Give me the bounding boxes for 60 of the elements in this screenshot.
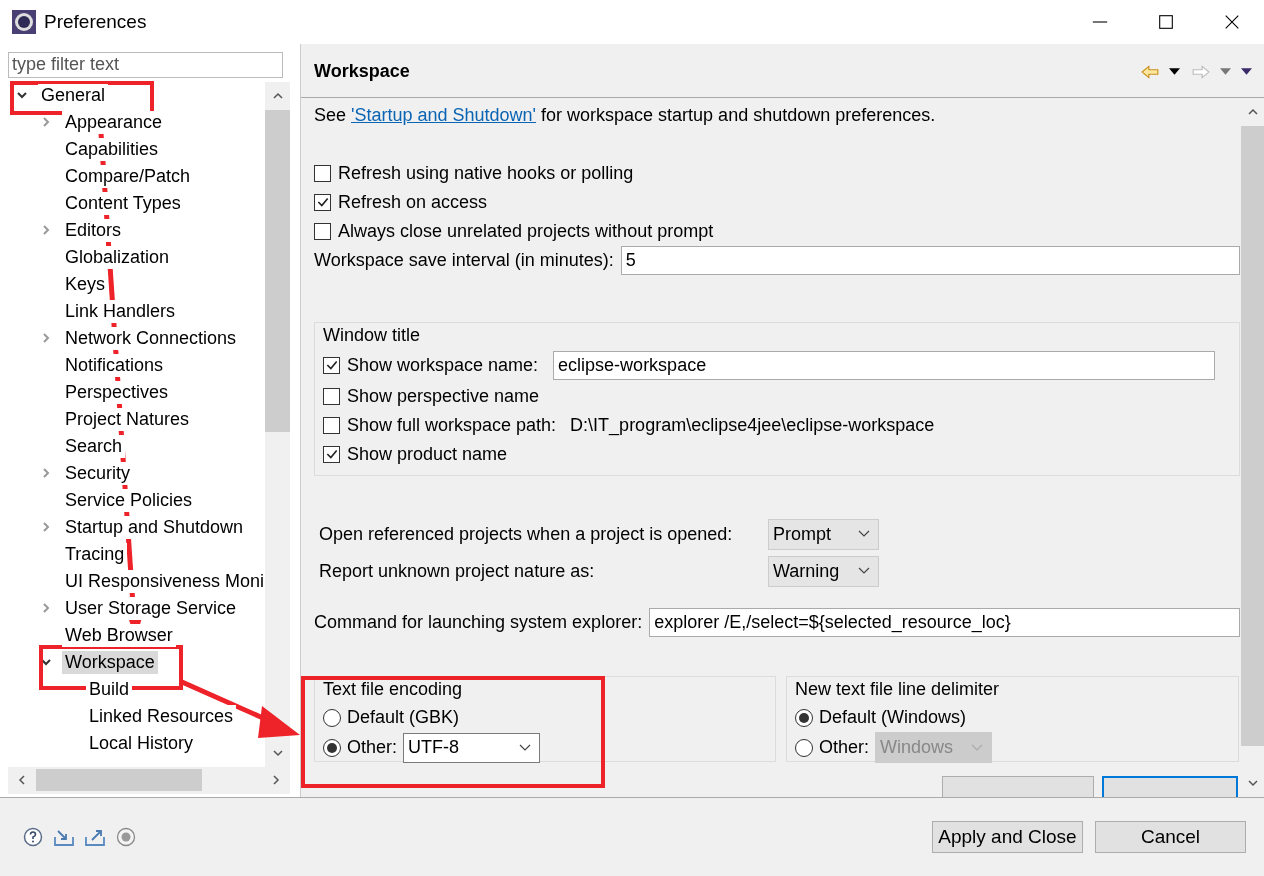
window-title: Preferences (44, 10, 147, 33)
checkbox-label: Refresh using native hooks or polling (338, 162, 634, 184)
checkbox-label: Always close unrelated projects without prompt (338, 220, 714, 242)
description-text: See 'Startup and Shutdown' for workspace startup and shutdown preferences. (314, 103, 937, 127)
radio-label: Default (Windows) (819, 707, 967, 729)
radio-button[interactable] (323, 738, 341, 757)
dropdown[interactable]: Warning (768, 555, 879, 587)
input-field[interactable]: explorer /E,/select=${selected_resource_loc} (649, 608, 1240, 638)
dropdown[interactable]: UTF-8 (403, 732, 541, 763)
field-label: Workspace save interval (in minutes): (314, 250, 614, 272)
maximize-icon[interactable] (1157, 12, 1175, 31)
caret-icon (858, 530, 870, 539)
tree-item[interactable]: Workspace (62, 650, 158, 674)
field-label: Command for launching system explorer: (314, 612, 643, 634)
caret-icon (858, 567, 870, 576)
checkbox[interactable] (314, 164, 331, 182)
button[interactable]: Apply and Close (932, 820, 1083, 853)
tree-item[interactable]: Content Types (62, 191, 184, 215)
group-title: Window title (323, 323, 422, 347)
checkbox[interactable] (314, 193, 331, 211)
scrollbar[interactable] (265, 81, 290, 767)
checkbox-label: Show perspective name (347, 385, 540, 407)
checkbox-label: Show product name (347, 443, 508, 465)
field-label: Open referenced projects when a project is opened: (319, 523, 734, 545)
help-icon[interactable] (22, 826, 44, 847)
checkbox[interactable] (323, 356, 340, 374)
checkbox[interactable] (314, 222, 331, 240)
checkbox[interactable] (323, 387, 340, 405)
button[interactable] (1102, 775, 1238, 797)
record-icon[interactable] (115, 826, 137, 847)
checkbox-label: Refresh on access (338, 191, 488, 213)
input-field[interactable]: 5 (620, 246, 1240, 276)
group-title: New text file line delimiter (795, 677, 1001, 701)
radio-label: Other: (819, 737, 870, 759)
link[interactable]: 'Startup and Shutdown' (351, 104, 537, 125)
filter-field[interactable]: type filter text (8, 51, 283, 78)
scrollbar[interactable] (8, 766, 290, 794)
menu-icon[interactable] (1241, 68, 1252, 76)
radio-button[interactable] (795, 708, 813, 727)
group-title: Text file encoding (323, 677, 464, 701)
input-field[interactable]: eclipse-workspace (553, 350, 1216, 380)
page-title: Workspace (314, 61, 410, 83)
field-label: Report unknown project nature as: (319, 560, 596, 582)
checkbox[interactable] (323, 416, 340, 434)
tree-item[interactable]: Search (62, 434, 126, 458)
caret-icon (519, 743, 532, 752)
radio-button[interactable] (795, 738, 813, 757)
dropdown[interactable]: Prompt (768, 518, 879, 550)
checkbox[interactable] (323, 445, 340, 463)
caret-icon (971, 743, 984, 752)
checkbox-label: Show workspace name: (347, 354, 539, 376)
radio-label: Other: (347, 737, 398, 759)
radio-button[interactable] (323, 708, 341, 727)
dropdown-icon[interactable] (1169, 68, 1180, 76)
button[interactable]: Cancel (1095, 820, 1246, 853)
checkbox-label: Show full workspace path: (347, 414, 557, 436)
radio-label: Default (GBK) (347, 707, 460, 729)
path-text: D:\IT_program\eclipse4jee\eclipse-workspace (570, 414, 935, 436)
tree-item[interactable]: Tracing (62, 542, 128, 566)
tree-item[interactable]: Web Browser (62, 623, 176, 647)
